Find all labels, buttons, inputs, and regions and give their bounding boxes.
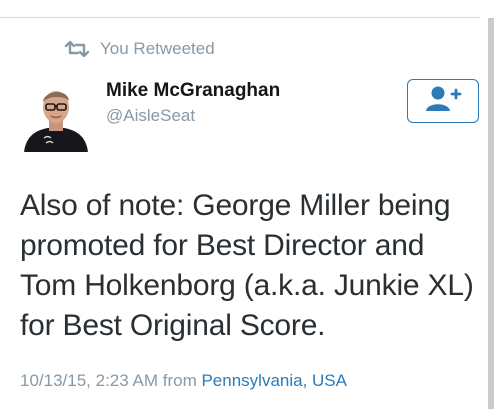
retweet-context: You Retweeted	[64, 38, 215, 60]
tweet-text-line: for Best Original Score.	[20, 309, 326, 342]
top-divider	[0, 17, 480, 18]
tweet-text-line: Tom Holkenborg (a.k.a. Junkie XL)	[20, 269, 474, 302]
author-handle[interactable]: @AisleSeat	[106, 106, 195, 126]
follow-user-icon	[423, 84, 463, 119]
avatar[interactable]	[20, 80, 92, 152]
author-name[interactable]: Mike McGranaghan	[106, 80, 280, 102]
tweet-meta: 10/13/15, 2:23 AM from Pennsylvania, USA	[20, 371, 347, 391]
retweet-label: You Retweeted	[100, 39, 215, 58]
follow-button[interactable]	[407, 79, 479, 123]
scrollbar-edge	[488, 18, 494, 409]
tweet-text: Also of note: George Miller being promot…	[20, 186, 488, 346]
tweet-timestamp: 10/13/15, 2:23 AM	[20, 371, 158, 390]
tweet-from-label: from	[162, 371, 197, 390]
retweet-icon	[64, 40, 90, 58]
tweet-text-line: promoted for Best Director and	[20, 229, 425, 262]
tweet-location-link[interactable]: Pennsylvania, USA	[201, 371, 347, 390]
tweet-text-line: Also of note: George Miller being	[20, 189, 451, 222]
